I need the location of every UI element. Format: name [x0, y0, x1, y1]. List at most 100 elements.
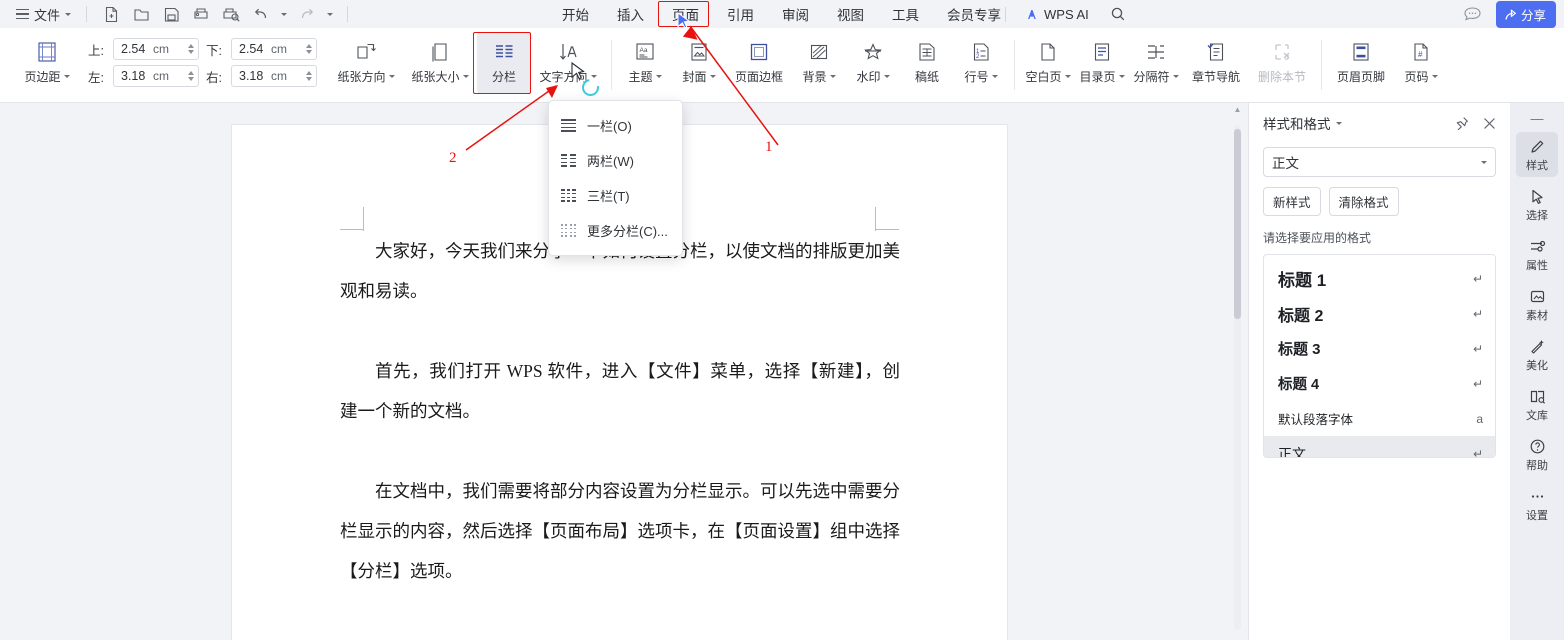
toc-page-button[interactable]: 目录页 [1075, 32, 1129, 94]
sidebar-item-help[interactable]: 帮助 [1516, 432, 1558, 477]
print-preview-icon[interactable] [216, 2, 246, 26]
left-margin-value: 3.18 [121, 69, 146, 83]
style-list-item-body-text[interactable]: 正文 ↵ [1264, 436, 1495, 458]
columns-dropdown-menu[interactable]: 一栏(O) 两栏(W) 三栏(T) 更多分栏(C)... [548, 100, 683, 256]
wps-ai-button[interactable]: WPS AI [1018, 4, 1095, 25]
tab-reference[interactable]: 引用 [713, 0, 768, 28]
sidebar-item-styles[interactable]: 样式 [1516, 132, 1558, 177]
close-icon[interactable] [1483, 117, 1496, 130]
pin-icon[interactable] [1455, 116, 1469, 130]
paragraph-mark-icon: ↵ [1472, 271, 1483, 286]
sidebar-item-beautify[interactable]: 美化 [1516, 332, 1558, 377]
style-list-item-heading2[interactable]: 标题 2 ↵ [1264, 296, 1495, 331]
tab-insert[interactable]: 插入 [603, 0, 658, 28]
columns-label: 分栏 [491, 70, 516, 84]
left-margin-input[interactable]: 3.18 cm [113, 65, 199, 87]
sidebar-item-material[interactable]: 素材 [1516, 282, 1558, 327]
sidebar-item-properties[interactable]: 属性 [1516, 232, 1558, 277]
toc-page-icon [1090, 38, 1114, 66]
redo-icon[interactable] [292, 2, 322, 26]
paragraph-mark-icon: ↵ [1472, 341, 1483, 356]
scroll-up-arrow[interactable]: ▲ [1233, 105, 1242, 114]
columns-button[interactable]: 分栏 [477, 32, 531, 94]
paper-size-button[interactable]: 纸张大小 [403, 32, 477, 94]
cover-page-button[interactable]: 封面 [672, 32, 726, 94]
separator-button[interactable]: 分隔符 [1129, 32, 1183, 94]
paper-orientation-button[interactable]: 纸张方向 [329, 32, 403, 94]
undo-dropdown-icon[interactable] [276, 2, 292, 26]
tab-view[interactable]: 视图 [823, 0, 878, 28]
line-number-button[interactable]: 12 行号 [954, 32, 1008, 94]
material-icon [1529, 287, 1546, 305]
menu-item-two-columns[interactable]: 两栏(W) [549, 143, 682, 178]
search-icon[interactable] [1103, 2, 1133, 26]
bottom-margin-input[interactable]: 2.54 cm [231, 38, 317, 60]
chevron-down-icon [709, 75, 716, 78]
document-scrollbar[interactable]: ▲ [1232, 103, 1242, 640]
open-folder-icon[interactable] [126, 2, 156, 26]
clear-format-button[interactable]: 清除格式 [1328, 187, 1399, 216]
watermark-button[interactable]: 水印 [846, 32, 900, 94]
scrollbar-thumb[interactable] [1234, 129, 1241, 319]
manuscript-paper-button[interactable]: 稿纸 [900, 32, 954, 94]
page-number-label: 页码 [1404, 70, 1429, 84]
style-list-item-heading3[interactable]: 标题 3 ↵ [1264, 331, 1495, 366]
columns-icon [492, 38, 516, 66]
section-nav-button[interactable]: 章节导航 [1183, 32, 1249, 94]
top-margin-value: 2.54 [121, 42, 146, 56]
style-list-item-heading4[interactable]: 标题 4 ↵ [1264, 366, 1495, 401]
print-icon[interactable] [186, 2, 216, 26]
delete-section-button[interactable]: 删除本节 [1249, 32, 1315, 94]
page-number-button[interactable]: # 页码 [1394, 32, 1448, 94]
undo-icon[interactable] [246, 2, 276, 26]
sidebar-item-library[interactable]: 文库 [1516, 382, 1558, 427]
top-margin-stepper[interactable] [188, 44, 194, 54]
paragraph: 在弹出的【分栏】对话框中，我们可以选择分栏的样式和数量 [340, 631, 900, 640]
background-button[interactable]: 背景 [792, 32, 846, 94]
margins-button[interactable]: 页边距 [14, 32, 80, 94]
redo-dropdown-icon[interactable] [322, 2, 338, 26]
task-pane-title-group[interactable]: 样式和格式 [1263, 113, 1342, 133]
title-bar: 文件 开始 插入 页面 引用 审阅 视图 工具 会员专享 WPS AI 分享 [0, 0, 1564, 28]
blank-page-button[interactable]: 空白页 [1021, 32, 1075, 94]
tab-review[interactable]: 审阅 [768, 0, 823, 28]
comment-icon[interactable] [1458, 2, 1488, 26]
top-margin-input[interactable]: 2.54 cm [113, 38, 199, 60]
menu-item-more-columns[interactable]: 更多分栏(C)... [549, 213, 682, 248]
header-footer-label: 页眉页脚 [1336, 70, 1385, 84]
new-document-icon[interactable] [96, 2, 126, 26]
share-button[interactable]: 分享 [1495, 0, 1556, 28]
three-column-icon [561, 189, 576, 202]
theme-button[interactable]: Aa 主题 [618, 32, 672, 94]
paper-size-label: 纸张大小 [411, 70, 460, 84]
chevron-down-icon [991, 75, 998, 78]
file-menu-label: 文件 [34, 7, 61, 23]
sidebar-item-label: 美化 [1526, 360, 1548, 372]
left-margin-stepper[interactable] [188, 71, 194, 81]
styles-task-pane: 样式和格式 正文 新样式 清除格式 请选择要应用的格式 标题 1 ↵ 标题 2 … [1248, 103, 1510, 640]
right-margin-stepper[interactable] [306, 71, 312, 81]
file-menu-button[interactable]: 文件 [10, 2, 77, 27]
bottom-margin-stepper[interactable] [306, 44, 312, 54]
tab-member[interactable]: 会员专享 [933, 0, 1015, 28]
page-border-button[interactable]: 页面边框 [726, 32, 792, 94]
style-list-item-default-paragraph-font[interactable]: 默认段落字体 a [1264, 401, 1495, 436]
divider [1014, 40, 1015, 90]
menu-item-one-column[interactable]: 一栏(O) [549, 108, 682, 143]
save-icon[interactable] [156, 2, 186, 26]
style-name: 正文 [1278, 445, 1306, 458]
blank-page-label: 空白页 [1025, 70, 1062, 84]
tab-tools[interactable]: 工具 [878, 0, 933, 28]
document-text[interactable]: 大家好，今天我们来分享一下如何设置分栏，以使文档的排版更加美观和易读。 首先，我… [340, 231, 900, 640]
tab-start[interactable]: 开始 [548, 0, 603, 28]
style-list-item-heading1[interactable]: 标题 1 ↵ [1264, 261, 1495, 296]
right-margin-input[interactable]: 3.18 cm [231, 65, 317, 87]
sidebar-item-settings[interactable]: 设置 [1516, 482, 1558, 527]
menu-item-three-columns[interactable]: 三栏(T) [549, 178, 682, 213]
header-footer-button[interactable]: 页眉页脚 [1328, 32, 1394, 94]
sidebar-item-select[interactable]: 选择 [1516, 182, 1558, 227]
new-style-button[interactable]: 新样式 [1263, 187, 1321, 216]
minimize-icon[interactable]: — [1520, 109, 1554, 127]
current-style-select[interactable]: 正文 [1263, 147, 1496, 177]
style-list[interactable]: 标题 1 ↵ 标题 2 ↵ 标题 3 ↵ 标题 4 ↵ 默认段落字体 a 正文 … [1263, 254, 1496, 458]
